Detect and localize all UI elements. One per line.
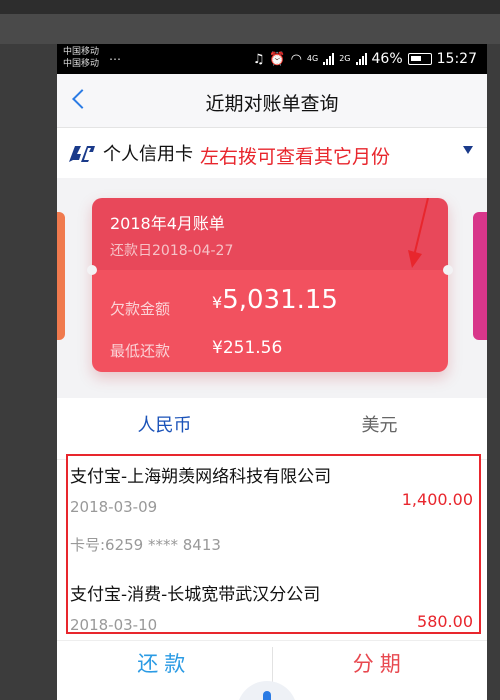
background-left [0, 44, 57, 700]
debt-value: ¥5,031.15 [212, 285, 338, 315]
transaction-date: 2018-03-09 [70, 498, 158, 516]
dropdown-triangle-icon[interactable] [463, 146, 473, 154]
signal-icon-1 [323, 53, 335, 65]
next-bill-card[interactable] [473, 212, 487, 340]
battery-icon [407, 53, 432, 65]
transaction-list: 支付宝-上海朔羡网络科技有限公司 2018-03-09 卡号:6259 ****… [66, 454, 481, 634]
page-title: 近期对账单查询 [205, 93, 339, 115]
navigation-bar: 近期对账单查询 [57, 74, 487, 128]
transaction-card-number: 卡号:6259 **** 8413 [70, 536, 221, 554]
overflow-dots: … [109, 49, 121, 63]
bill-body: 欠款金额 ¥5,031.15 最低还款 ¥251.56 [92, 270, 448, 372]
installment-button[interactable]: 分期 [273, 641, 488, 700]
transaction-merchant: 支付宝-上海朔羡网络科技有限公司 [70, 467, 332, 487]
clock: 15:27 [436, 51, 477, 67]
tab-rmb[interactable]: 人民币 [57, 398, 272, 459]
annotation-arrow-icon [408, 198, 429, 268]
tab-usd[interactable]: 美元 [272, 398, 487, 459]
vibrate-off-icon: ♫ [252, 51, 265, 67]
bill-carousel[interactable]: 2018年4月账单 还款日2018-04-27 欠款金额 ¥5,031.15 最… [57, 178, 487, 398]
carrier-line-1: 中国移动 [63, 47, 100, 57]
list-item[interactable]: 支付宝-上海朔羡网络科技有限公司 2018-03-09 卡号:6259 ****… [68, 456, 479, 574]
transaction-merchant: 支付宝-消费-长城宽带武汉分公司 [70, 585, 321, 605]
status-bar: 中国移动 中国移动 … ♫ ⏰ ◠ 4G 2G 46% 15:27 [57, 44, 487, 74]
transaction-amount: 1,400.00 [401, 490, 473, 509]
currency-symbol: ¥ [212, 293, 223, 312]
bill-month-title: 2018年4月账单 [110, 214, 225, 233]
card-name: 个人信用卡 [103, 144, 193, 165]
card-notch-left [87, 265, 97, 275]
tab-usd-label: 美元 [361, 415, 398, 436]
debt-amount: 5,031.15 [222, 285, 338, 315]
min-payment-label: 最低还款 [110, 342, 171, 360]
network-type-2: 2G [339, 54, 351, 63]
background-right [487, 44, 500, 700]
repay-button[interactable]: 还款 [57, 641, 272, 700]
bill-card[interactable]: 2018年4月账单 还款日2018-04-27 欠款金额 ¥5,031.15 最… [87, 198, 453, 372]
status-icons: ♫ ⏰ ◠ 4G 2G 46% 15:27 [253, 51, 477, 67]
carrier-line-2: 中国移动 [63, 59, 100, 69]
tab-rmb-label: 人民币 [137, 415, 192, 436]
alarm-icon: ⏰ [269, 51, 286, 67]
debt-label: 欠款金额 [110, 300, 171, 318]
battery-percent: 46% [371, 51, 403, 67]
network-type-1: 4G [306, 54, 319, 63]
card-selector[interactable]: 个人信用卡 左右拨可查看其它月份 [57, 128, 487, 178]
bottom-action-bar: 还款 分期 [57, 640, 487, 700]
carrier-info: 中国移动 中国移动 [63, 46, 99, 70]
signal-icon-2 [355, 53, 367, 65]
background-top [0, 0, 500, 14]
transaction-date: 2018-03-10 [70, 616, 158, 634]
previous-bill-card[interactable] [57, 212, 65, 340]
currency-tabs: 人民币 美元 [57, 398, 487, 460]
list-item[interactable]: 支付宝-消费-长城宽带武汉分公司 2018-03-10 580.00 [68, 574, 479, 634]
phone-screen: 中国移动 中国移动 … ♫ ⏰ ◠ 4G 2G 46% 15:27 近期对账单查… [57, 44, 487, 700]
transaction-amount: 580.00 [417, 612, 473, 631]
wifi-icon: ◠ [290, 51, 302, 67]
min-payment-value: ¥251.56 [212, 338, 283, 358]
swipe-hint-annotation: 左右拨可查看其它月份 [200, 146, 391, 168]
background-strip [0, 14, 500, 44]
bank-logo-icon [69, 146, 95, 162]
bill-due-date: 还款日2018-04-27 [110, 243, 234, 259]
